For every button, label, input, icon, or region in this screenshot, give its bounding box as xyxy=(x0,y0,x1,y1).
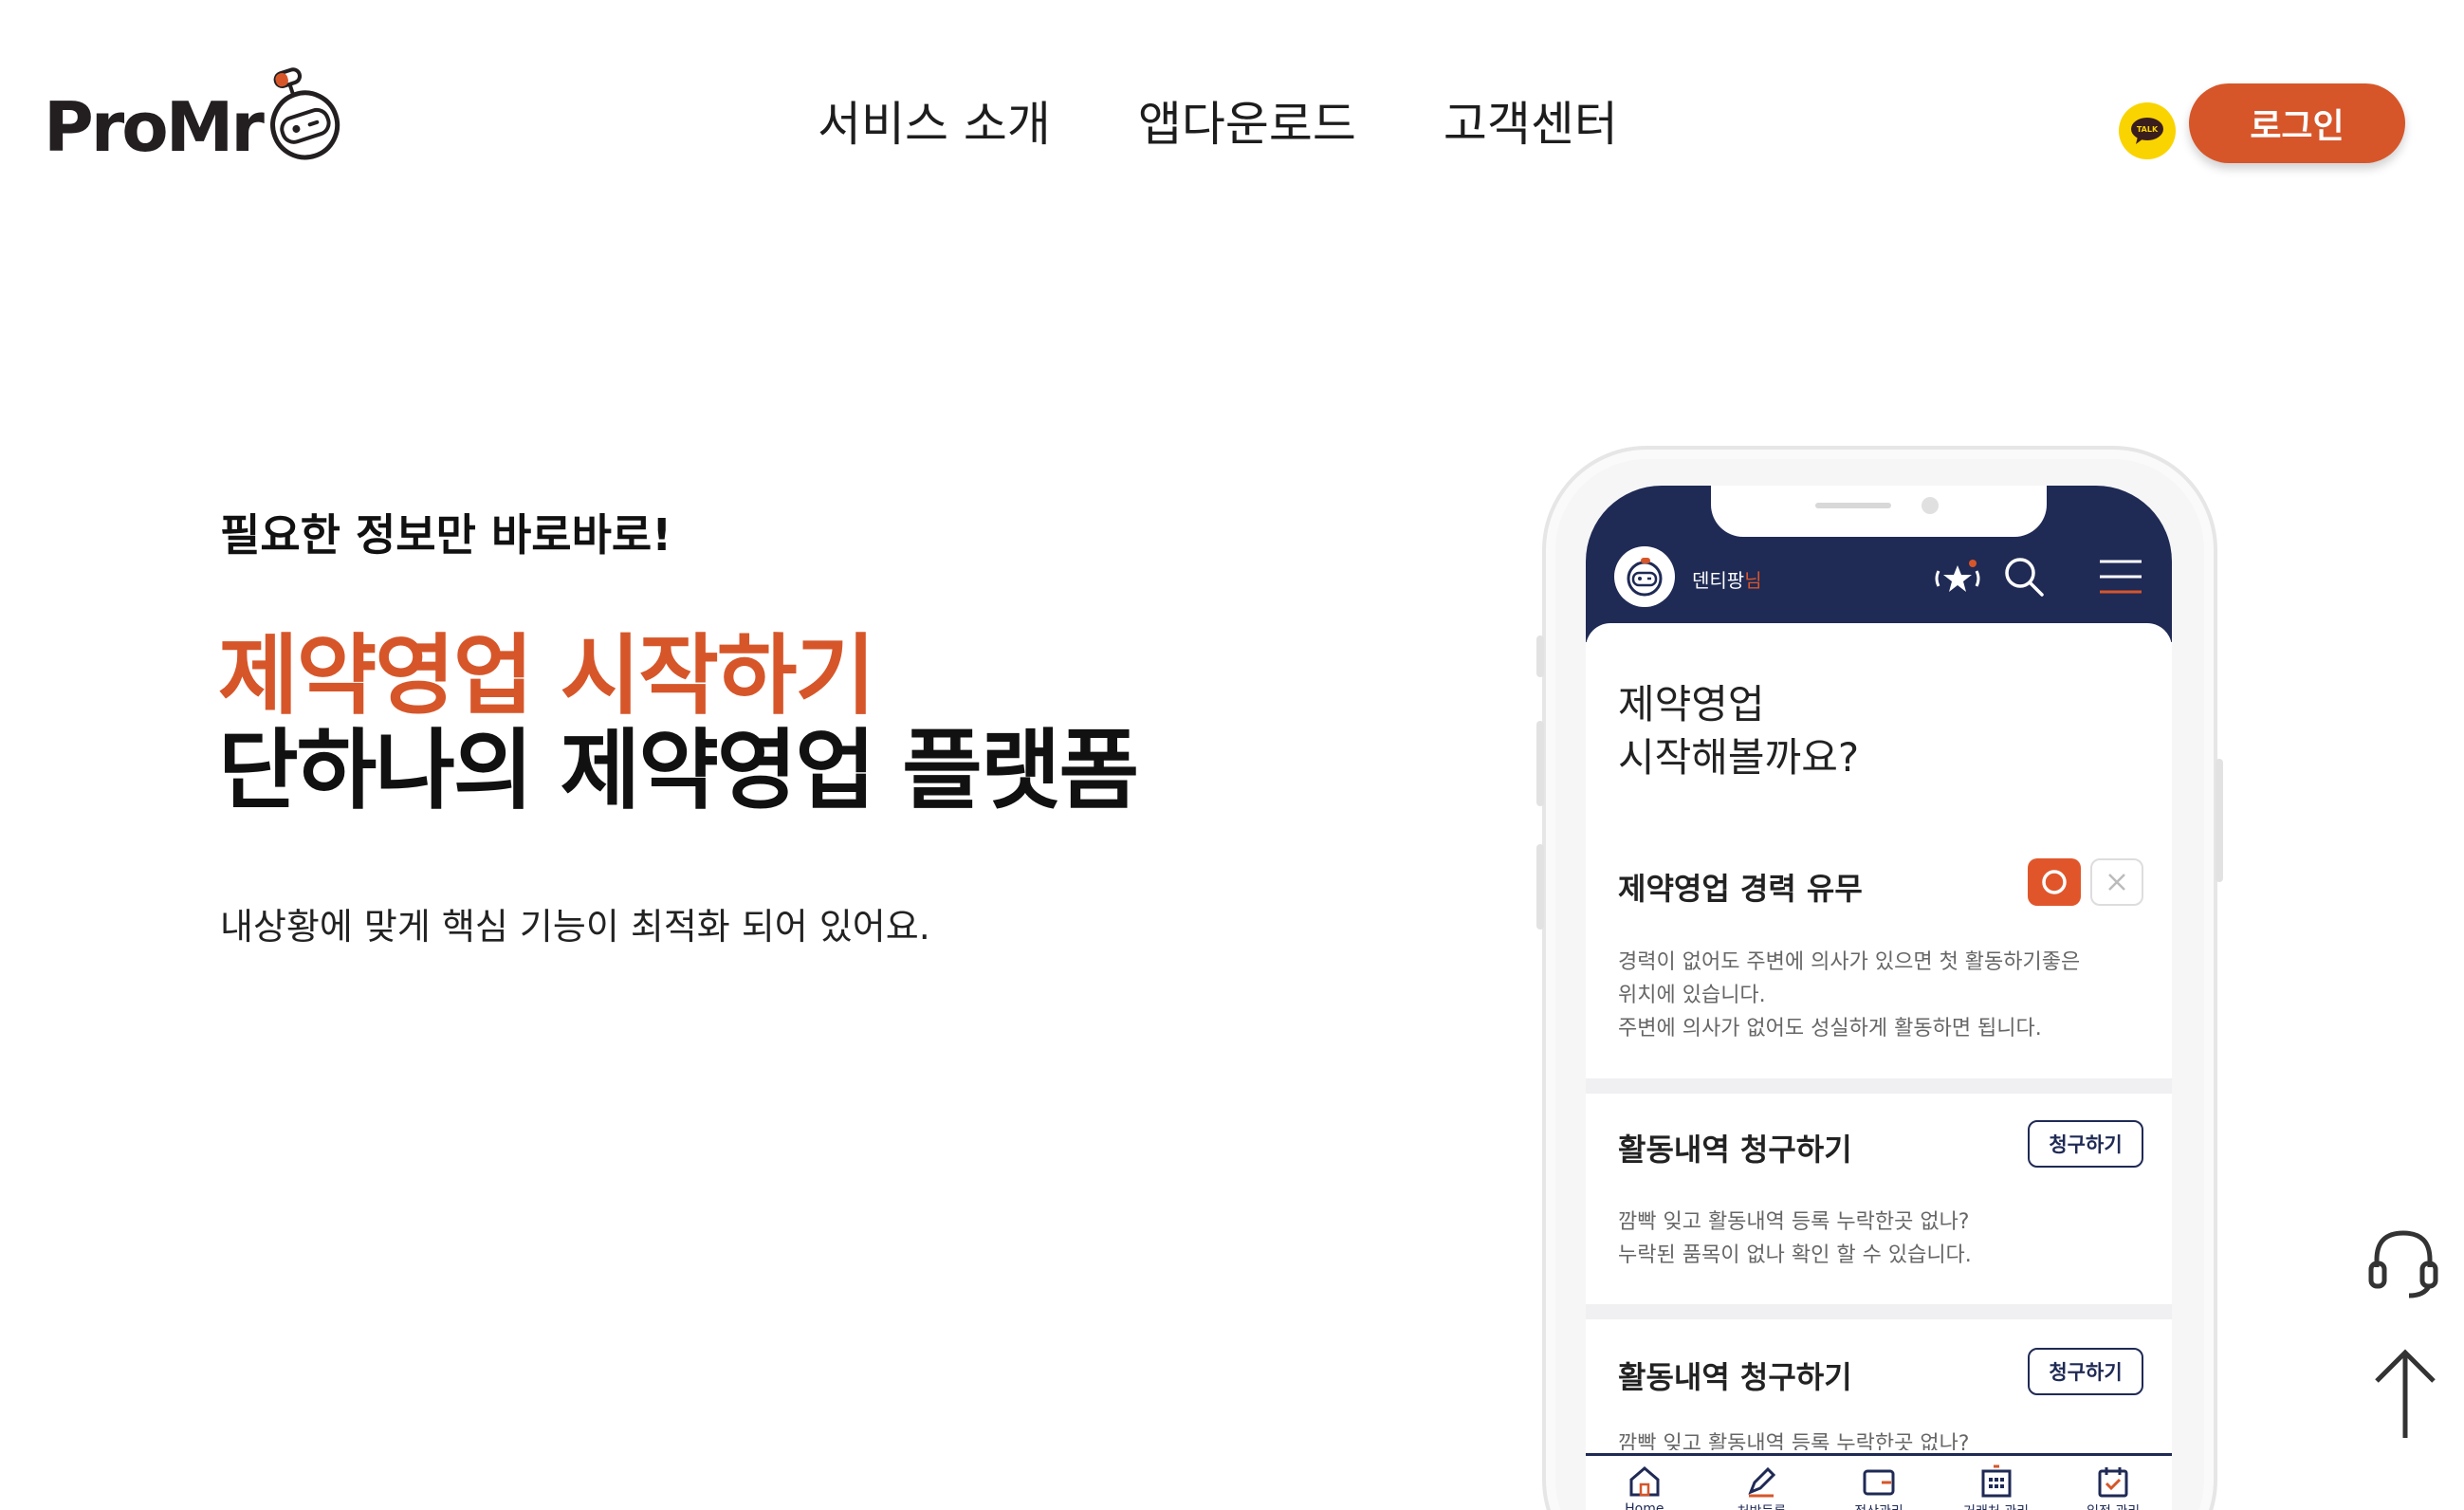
claim-button[interactable]: 청구하기 xyxy=(2028,1120,2143,1168)
calendar-icon xyxy=(2098,1467,2128,1498)
yes-toggle[interactable] xyxy=(2028,858,2081,906)
card-desc-line: 깜빡 잊고 활동내역 등록 누락한곳 없나? xyxy=(1618,1432,1970,1450)
card-desc-career: 경력이 없어도 주변에 의사가 있으면 첫 활동하기좋은 위치에 있습니다. 주… xyxy=(1618,946,2080,1045)
favorite-button[interactable] xyxy=(1931,550,1984,603)
kakao-talk-icon: TALK xyxy=(2131,118,2163,144)
menu-icon xyxy=(2100,560,2142,594)
bnav-settlement[interactable]: 정산관리 xyxy=(1827,1464,1931,1510)
avatar-mascot-icon xyxy=(1627,558,1663,597)
nav-service-intro[interactable]: 서비스 소개 xyxy=(818,91,1051,157)
app-title-highlight: 제약영업 xyxy=(1618,678,1765,731)
menu-button[interactable] xyxy=(2094,550,2147,603)
building-icon xyxy=(1981,1464,2012,1498)
search-button[interactable] xyxy=(1997,550,2050,603)
bnav-schedule[interactable]: 일정 관리 xyxy=(2061,1464,2165,1510)
card-separator xyxy=(1586,1304,2172,1319)
search-icon xyxy=(2005,558,2044,597)
app-header: 덴티팡님 xyxy=(1586,486,2172,642)
hero-headline: 단하나의 제약영업 플랫폼 xyxy=(218,720,1139,821)
app-user-name-text: 덴티팡 xyxy=(1692,569,1745,592)
card-separator xyxy=(1586,1078,2172,1094)
phone-volume-down xyxy=(1536,844,1544,930)
hero-tagline: 필요한 정보만 바로바로! xyxy=(220,509,672,561)
card-desc-claim-2: 깜빡 잊고 활동내역 등록 누락한곳 없나? xyxy=(1618,1427,1969,1450)
logo-mascot-icon xyxy=(270,67,340,160)
bnav-label: Home xyxy=(1625,1501,1664,1510)
app-content: 제약영업 시작해볼까요? 제약영업 경력 유무 경력이 없어도 주변에 의사가 … xyxy=(1586,623,2172,1510)
circle-o-icon xyxy=(2042,870,2067,894)
close-icon xyxy=(2108,874,2125,891)
card-desc-line: 위치에 있습니다. xyxy=(1618,984,1766,1007)
bnav-label: 처방등록 xyxy=(1738,1501,1787,1510)
phone-side-button xyxy=(1536,635,1544,677)
app-title-rest: 시작해볼까요? xyxy=(1618,734,1860,781)
card-title-career: 제약영업 경력 유무 xyxy=(1618,871,1863,907)
card-desc-claim: 깜빡 잊고 활동내역 등록 누락한곳 없나? 누락된 품목이 없나 확인 할 수… xyxy=(1618,1206,1972,1272)
logo-text: ProMr xyxy=(44,87,265,167)
bnav-label: 일정 관리 xyxy=(2087,1501,2140,1510)
logo[interactable]: ProMr xyxy=(44,66,345,161)
bnav-prescription[interactable]: 처방등록 xyxy=(1709,1464,1813,1510)
bnav-home[interactable]: Home xyxy=(1592,1464,1697,1510)
claim-button-2[interactable]: 청구하기 xyxy=(2028,1348,2143,1395)
favorite-star-icon xyxy=(1935,560,1980,592)
hero-description: 내상황에 맞게 핵심 기능이 최적화 되어 있어요. xyxy=(220,906,930,948)
phone-volume-up xyxy=(1536,721,1544,806)
app-user-name: 덴티팡님 xyxy=(1692,565,1762,593)
home-icon xyxy=(1629,1466,1660,1497)
arrow-up-icon[interactable] xyxy=(2369,1347,2441,1442)
bnav-clients[interactable]: 거래처 관리 xyxy=(1944,1464,2049,1510)
card-desc-line: 주변에 의사가 없어도 성실하게 활동하면 됩니다. xyxy=(1618,1017,2042,1040)
kakao-talk-label: TALK xyxy=(2137,125,2159,134)
card-desc-line: 누락된 품목이 없나 확인 할 수 있습니다. xyxy=(1618,1243,1972,1267)
kakao-talk-button[interactable]: TALK xyxy=(2119,102,2176,159)
card-desc-line: 깜빡 잊고 활동내역 등록 누락한곳 없나? xyxy=(1618,1210,1970,1234)
card-title-claim: 활동내역 청구하기 xyxy=(1618,1132,1852,1168)
nav-customer-center[interactable]: 고객센터 xyxy=(1443,91,1618,157)
card-desc-line: 경력이 없어도 주변에 의사가 있으면 첫 활동하기좋은 xyxy=(1618,950,2081,974)
phone-speaker xyxy=(1815,503,1891,508)
main-nav: 서비스 소개 앱다운로드 고객센터 xyxy=(818,91,1618,157)
prescription-icon xyxy=(1748,1466,1776,1498)
wallet-icon xyxy=(1863,1469,1895,1496)
app-bottom-nav: Home 처방등록 정산관리 거래처 관리 일정 관리 xyxy=(1586,1453,2172,1510)
phone-camera xyxy=(1922,497,1939,514)
bnav-label: 정산관리 xyxy=(1854,1501,1903,1510)
app-user-suffix: 님 xyxy=(1744,569,1762,592)
nav-app-download[interactable]: 앱다운로드 xyxy=(1138,91,1356,157)
bnav-label: 거래처 관리 xyxy=(1963,1501,2029,1510)
headset-icon[interactable] xyxy=(2365,1224,2441,1299)
phone-notch xyxy=(1711,486,2047,537)
no-toggle[interactable] xyxy=(2090,858,2143,906)
phone-screen: 덴티팡님 제약영업 시작해볼까요? 제약영업 경력 유무 경력이 없어도 주변에… xyxy=(1586,486,2172,1510)
login-button[interactable]: 로그인 xyxy=(2189,83,2405,163)
card-title-claim-2: 활동내역 청구하기 xyxy=(1618,1359,1852,1395)
app-title: 제약영업 시작해볼까요? xyxy=(1618,678,1859,784)
phone-power-button xyxy=(2216,759,2223,882)
app-avatar[interactable] xyxy=(1614,546,1675,607)
